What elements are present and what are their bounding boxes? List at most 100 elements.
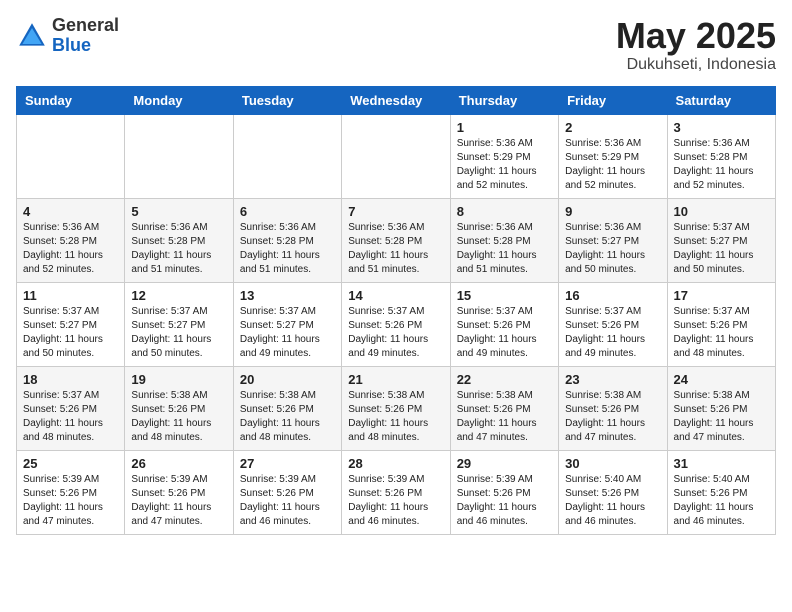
day-info: Sunrise: 5:37 AM Sunset: 5:26 PM Dayligh… [23, 389, 118, 445]
day-number: 22 [457, 372, 552, 387]
weekday-header-monday: Monday [125, 86, 233, 114]
day-number: 10 [674, 204, 769, 219]
weekday-header-row: SundayMondayTuesdayWednesdayThursdayFrid… [17, 86, 776, 114]
calendar-cell: 11Sunrise: 5:37 AM Sunset: 5:27 PM Dayli… [17, 282, 125, 366]
day-info: Sunrise: 5:36 AM Sunset: 5:28 PM Dayligh… [240, 221, 335, 277]
day-number: 28 [348, 456, 443, 471]
day-number: 24 [674, 372, 769, 387]
day-info: Sunrise: 5:36 AM Sunset: 5:28 PM Dayligh… [23, 221, 118, 277]
day-info: Sunrise: 5:36 AM Sunset: 5:28 PM Dayligh… [674, 137, 769, 193]
day-info: Sunrise: 5:40 AM Sunset: 5:26 PM Dayligh… [565, 473, 660, 529]
weekday-header-thursday: Thursday [450, 86, 558, 114]
weekday-header-tuesday: Tuesday [233, 86, 341, 114]
logo: General Blue [16, 16, 119, 56]
day-number: 29 [457, 456, 552, 471]
day-info: Sunrise: 5:39 AM Sunset: 5:26 PM Dayligh… [457, 473, 552, 529]
logo-text: General Blue [52, 16, 119, 56]
day-number: 21 [348, 372, 443, 387]
calendar-cell: 7 Sunrise: 5:36 AM Sunset: 5:28 PM Daylig… [342, 198, 450, 282]
calendar-row-1: 1Sunrise: 5:36 AM Sunset: 5:29 PM Daylig… [17, 114, 776, 198]
day-info: Sunrise: 5:39 AM Sunset: 5:26 PM Dayligh… [240, 473, 335, 529]
day-number: 26 [131, 456, 226, 471]
day-number: 5 [131, 204, 226, 219]
day-number: 19 [131, 372, 226, 387]
day-info: Sunrise: 5:39 AM Sunset: 5:26 PM Dayligh… [131, 473, 226, 529]
day-info: Sunrise: 5:38 AM Sunset: 5:26 PM Dayligh… [565, 389, 660, 445]
day-number: 8 [457, 204, 552, 219]
calendar-cell: 17 Sunrise: 5:37 AM Sunset: 5:26 PM Dayli… [667, 282, 775, 366]
calendar-cell: 15 Sunrise: 5:37 AM Sunset: 5:26 PM Dayli… [450, 282, 558, 366]
weekday-header-friday: Friday [559, 86, 667, 114]
day-info: Sunrise: 5:36 AM Sunset: 5:29 PM Dayligh… [565, 137, 660, 193]
weekday-header-wednesday: Wednesday [342, 86, 450, 114]
calendar-cell: 22Sunrise: 5:38 AM Sunset: 5:26 PM Dayli… [450, 366, 558, 450]
weekday-header-saturday: Saturday [667, 86, 775, 114]
calendar-cell: 16Sunrise: 5:37 AM Sunset: 5:26 PM Dayli… [559, 282, 667, 366]
calendar-cell: 29 Sunrise: 5:39 AM Sunset: 5:26 PM Dayli… [450, 450, 558, 534]
page-header: General Blue May 2025 Dukuhseti, Indones… [16, 16, 776, 74]
day-number: 30 [565, 456, 660, 471]
calendar-cell: 12 Sunrise: 5:37 AM Sunset: 5:27 PM Dayli… [125, 282, 233, 366]
logo-general: General [52, 16, 119, 36]
day-number: 14 [348, 288, 443, 303]
calendar-row-4: 18 Sunrise: 5:37 AM Sunset: 5:26 PM Dayli… [17, 366, 776, 450]
calendar-cell: 13 Sunrise: 5:37 AM Sunset: 5:27 PM Dayli… [233, 282, 341, 366]
day-number: 31 [674, 456, 769, 471]
day-number: 13 [240, 288, 335, 303]
day-info: Sunrise: 5:38 AM Sunset: 5:26 PM Dayligh… [348, 389, 443, 445]
calendar-cell: 24 Sunrise: 5:38 AM Sunset: 5:26 PM Dayli… [667, 366, 775, 450]
day-info: Sunrise: 5:36 AM Sunset: 5:28 PM Dayligh… [348, 221, 443, 277]
calendar-cell: 28 Sunrise: 5:39 AM Sunset: 5:26 PM Dayli… [342, 450, 450, 534]
day-number: 18 [23, 372, 118, 387]
calendar-row-2: 4 Sunrise: 5:36 AM Sunset: 5:28 PM Daylig… [17, 198, 776, 282]
day-info: Sunrise: 5:37 AM Sunset: 5:26 PM Dayligh… [565, 305, 660, 361]
calendar-cell [125, 114, 233, 198]
day-info: Sunrise: 5:37 AM Sunset: 5:26 PM Dayligh… [348, 305, 443, 361]
day-info: Sunrise: 5:37 AM Sunset: 5:27 PM Dayligh… [674, 221, 769, 277]
calendar-cell: 14 Sunrise: 5:37 AM Sunset: 5:26 PM Dayli… [342, 282, 450, 366]
day-number: 4 [23, 204, 118, 219]
day-info: Sunrise: 5:38 AM Sunset: 5:26 PM Dayligh… [674, 389, 769, 445]
calendar-cell: 2Sunrise: 5:36 AM Sunset: 5:29 PM Daylig… [559, 114, 667, 198]
day-number: 7 [348, 204, 443, 219]
day-number: 3 [674, 120, 769, 135]
calendar-cell: 4 Sunrise: 5:36 AM Sunset: 5:28 PM Daylig… [17, 198, 125, 282]
calendar-cell: 1Sunrise: 5:36 AM Sunset: 5:29 PM Daylig… [450, 114, 558, 198]
day-info: Sunrise: 5:38 AM Sunset: 5:26 PM Dayligh… [240, 389, 335, 445]
calendar-cell [233, 114, 341, 198]
day-info: Sunrise: 5:36 AM Sunset: 5:27 PM Dayligh… [565, 221, 660, 277]
day-number: 9 [565, 204, 660, 219]
day-info: Sunrise: 5:36 AM Sunset: 5:28 PM Dayligh… [457, 221, 552, 277]
day-number: 12 [131, 288, 226, 303]
day-number: 20 [240, 372, 335, 387]
day-info: Sunrise: 5:37 AM Sunset: 5:27 PM Dayligh… [131, 305, 226, 361]
calendar-cell: 8 Sunrise: 5:36 AM Sunset: 5:28 PM Daylig… [450, 198, 558, 282]
calendar-cell: 31 Sunrise: 5:40 AM Sunset: 5:26 PM Dayli… [667, 450, 775, 534]
calendar-cell: 27Sunrise: 5:39 AM Sunset: 5:26 PM Dayli… [233, 450, 341, 534]
day-number: 23 [565, 372, 660, 387]
logo-icon [16, 20, 48, 52]
day-info: Sunrise: 5:39 AM Sunset: 5:26 PM Dayligh… [348, 473, 443, 529]
day-info: Sunrise: 5:36 AM Sunset: 5:28 PM Dayligh… [131, 221, 226, 277]
day-info: Sunrise: 5:37 AM Sunset: 5:27 PM Dayligh… [240, 305, 335, 361]
location-title: Dukuhseti, Indonesia [616, 56, 776, 74]
day-number: 17 [674, 288, 769, 303]
day-number: 25 [23, 456, 118, 471]
day-number: 6 [240, 204, 335, 219]
calendar-cell: 21 Sunrise: 5:38 AM Sunset: 5:26 PM Dayli… [342, 366, 450, 450]
calendar-cell: 19Sunrise: 5:38 AM Sunset: 5:26 PM Dayli… [125, 366, 233, 450]
day-number: 15 [457, 288, 552, 303]
calendar-cell: 18 Sunrise: 5:37 AM Sunset: 5:26 PM Dayli… [17, 366, 125, 450]
day-info: Sunrise: 5:40 AM Sunset: 5:26 PM Dayligh… [674, 473, 769, 529]
calendar-cell: 6 Sunrise: 5:36 AM Sunset: 5:28 PM Daylig… [233, 198, 341, 282]
day-info: Sunrise: 5:37 AM Sunset: 5:26 PM Dayligh… [457, 305, 552, 361]
day-info: Sunrise: 5:39 AM Sunset: 5:26 PM Dayligh… [23, 473, 118, 529]
day-info: Sunrise: 5:37 AM Sunset: 5:27 PM Dayligh… [23, 305, 118, 361]
title-area: May 2025 Dukuhseti, Indonesia [616, 16, 776, 74]
calendar-cell: 9 Sunrise: 5:36 AM Sunset: 5:27 PM Daylig… [559, 198, 667, 282]
calendar-cell: 20 Sunrise: 5:38 AM Sunset: 5:26 PM Dayli… [233, 366, 341, 450]
calendar-cell [17, 114, 125, 198]
calendar-cell [342, 114, 450, 198]
day-info: Sunrise: 5:37 AM Sunset: 5:26 PM Dayligh… [674, 305, 769, 361]
calendar-cell: 30 Sunrise: 5:40 AM Sunset: 5:26 PM Dayli… [559, 450, 667, 534]
